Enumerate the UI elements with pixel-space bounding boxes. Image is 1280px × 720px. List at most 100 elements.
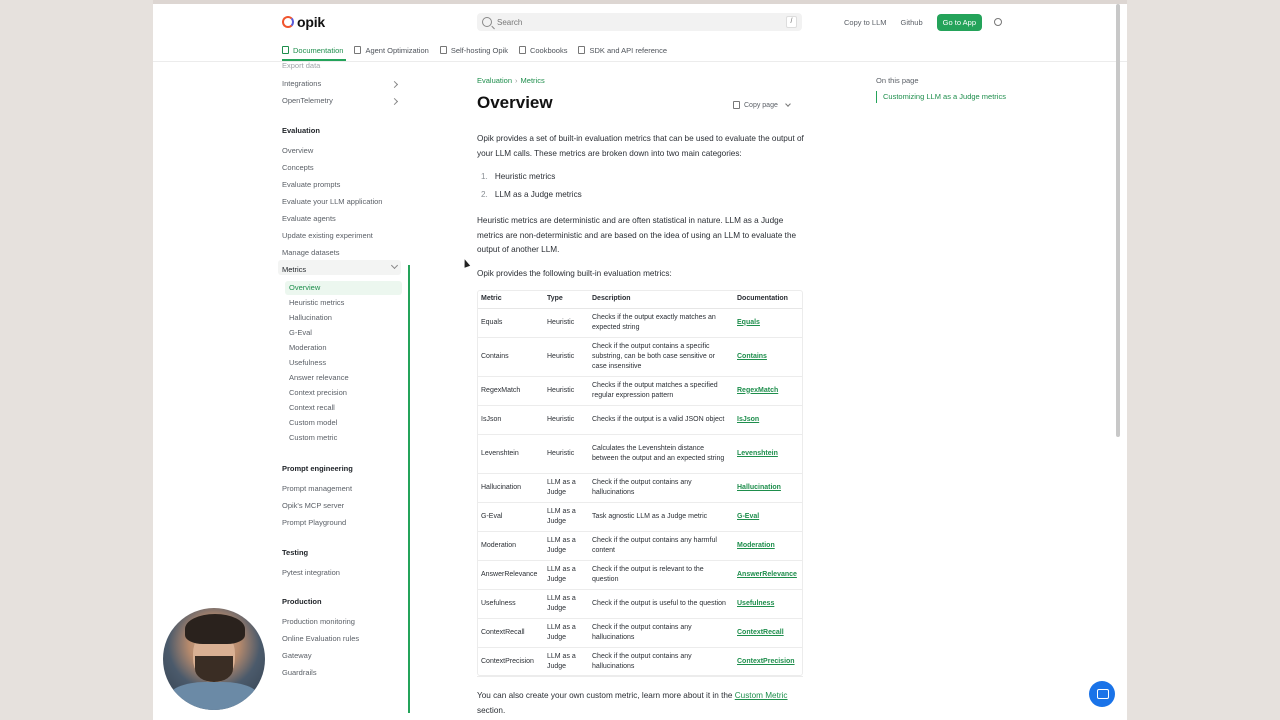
sidebar-item-prompt-playground[interactable]: Prompt Playground <box>282 517 346 529</box>
toc-title: On this page <box>876 76 919 85</box>
sidebar-sub-overview[interactable]: Overview <box>289 282 320 294</box>
cell-type: LLM as a Judge <box>543 560 588 590</box>
sidebar-item-guardrails[interactable]: Guardrails <box>282 667 317 679</box>
cell-type: LLM as a Judge <box>543 502 588 532</box>
sidebar-item-integrations[interactable]: Integrations <box>282 78 321 90</box>
sidebar: Export data Integrations OpenTelemetry E… <box>277 60 413 718</box>
sidebar-sub-usefulness[interactable]: Usefulness <box>289 357 326 369</box>
tab-cookbooks[interactable]: Cookbooks <box>518 45 568 55</box>
cell-metric: Moderation <box>477 531 543 561</box>
cell-metric: Equals <box>477 308 543 338</box>
search-input[interactable]: Search / <box>477 13 802 31</box>
sidebar-sub-custom-model[interactable]: Custom model <box>289 417 337 429</box>
cell-metric: Contains <box>477 337 543 377</box>
list-item: 2. LLM as a Judge metrics <box>481 190 582 199</box>
table-row: AnswerRelevance LLM as a Judge Check if th… <box>477 560 803 590</box>
breadcrumb-evaluation[interactable]: Evaluation <box>477 76 512 85</box>
browser-page: opik Search / Copy to LLM Github Go to A… <box>153 4 1127 720</box>
sidebar-item-online-eval-rules[interactable]: Online Evaluation rules <box>282 633 359 645</box>
theme-toggle-icon[interactable] <box>994 18 1002 26</box>
sidebar-sub-heuristic[interactable]: Heuristic metrics <box>289 297 344 309</box>
sidebar-sub-moderation[interactable]: Moderation <box>289 342 327 354</box>
logo[interactable]: opik <box>282 13 325 31</box>
search-shortcut: / <box>786 16 797 28</box>
sidebar-sub-custom-metric[interactable]: Custom metric <box>289 432 337 444</box>
sidebar-item-overview[interactable]: Overview <box>282 145 313 157</box>
col-header-metric: Metric <box>477 290 543 309</box>
list-item-text: Heuristic metrics <box>494 172 556 181</box>
sidebar-item-export-data[interactable]: Export data <box>282 60 320 72</box>
doc-link[interactable]: Levenshtein <box>733 434 803 474</box>
footer-paragraph: You can also create your own custom metr… <box>477 689 807 718</box>
cell-type: Heuristic <box>543 434 588 474</box>
breadcrumb-separator: › <box>515 76 518 85</box>
sidebar-item-prompt-management[interactable]: Prompt management <box>282 483 352 495</box>
chat-widget-button[interactable] <box>1089 681 1115 707</box>
sidebar-item-concepts[interactable]: Concepts <box>282 162 314 174</box>
sidebar-item-gateway[interactable]: Gateway <box>282 650 312 662</box>
doc-link[interactable]: ContextPrecision <box>733 647 803 677</box>
tab-documentation[interactable]: Documentation <box>282 46 343 55</box>
doc-link[interactable]: ContextRecall <box>733 618 803 648</box>
copy-to-llm-link[interactable]: Copy to LLM <box>844 18 887 27</box>
doc-link[interactable]: Equals <box>733 308 803 338</box>
sidebar-item-pytest[interactable]: Pytest integration <box>282 567 340 579</box>
sidebar-sub-geval[interactable]: G-Eval <box>289 327 312 339</box>
doc-link[interactable]: AnswerRelevance <box>733 560 803 590</box>
table-row: G-Eval LLM as a Judge Task agnostic LLM as… <box>477 502 803 532</box>
go-to-app-button[interactable]: Go to App <box>936 13 982 31</box>
sidebar-item-evaluate-agents[interactable]: Evaluate agents <box>282 213 336 225</box>
tab-agent-optimization[interactable]: Agent Optimization <box>354 46 429 55</box>
cell-description: Task agnostic LLM as a Judge metric <box>588 502 733 532</box>
sidebar-sub-context-recall[interactable]: Context recall <box>289 402 335 414</box>
cell-description: Check if the output contains a specific … <box>588 337 733 377</box>
doc-link[interactable]: Usefulness <box>733 589 803 619</box>
toc-item-customizing[interactable]: Customizing LLM as a Judge metrics <box>876 91 1006 103</box>
col-header-description: Description <box>588 290 733 309</box>
github-link[interactable]: Github <box>901 18 923 27</box>
tab-sdk-api[interactable]: SDK and API reference <box>578 46 667 55</box>
doc-link[interactable]: Hallucination <box>733 473 803 503</box>
table-row: RegexMatch Heuristic Checks if the output … <box>477 376 803 406</box>
col-header-type: Type <box>543 290 588 309</box>
list-item: 1. Heuristic metrics <box>481 172 556 181</box>
tab-label: Cookbooks <box>529 45 568 55</box>
sidebar-item-update-experiment[interactable]: Update existing experiment <box>282 230 373 242</box>
doc-link[interactable]: Contains <box>733 337 803 377</box>
scrollbar-thumb[interactable] <box>1116 4 1120 437</box>
cell-metric: IsJson <box>477 405 543 435</box>
sidebar-item-evaluate-prompts[interactable]: Evaluate prompts <box>282 179 340 191</box>
breadcrumb-metrics[interactable]: Metrics <box>521 76 545 85</box>
top-links: Copy to LLM Github Go to App <box>844 13 1002 31</box>
book-icon <box>282 46 289 54</box>
sidebar-sub-answer-relevance[interactable]: Answer relevance <box>289 372 349 384</box>
cell-description: Check if the output contains any halluci… <box>588 647 733 677</box>
tab-self-hosting[interactable]: Self-hosting Opik <box>439 45 508 55</box>
sidebar-item-production-monitoring[interactable]: Production monitoring <box>282 616 355 628</box>
doc-link[interactable]: G-Eval <box>733 502 803 532</box>
custom-metric-link[interactable]: Custom Metric <box>735 691 788 700</box>
doc-link[interactable]: RegexMatch <box>733 376 803 406</box>
chevron-down-icon[interactable] <box>785 101 791 107</box>
tab-label: Self-hosting Opik <box>450 45 508 55</box>
doc-link[interactable]: Moderation <box>733 531 803 561</box>
main-content: Evaluation › Metrics Overview Copy page Op… <box>477 62 807 718</box>
sidebar-item-metrics[interactable]: Metrics <box>282 264 306 276</box>
doc-link[interactable]: IsJson <box>733 405 803 435</box>
sidebar-sub-context-precision[interactable]: Context precision <box>289 387 347 399</box>
sidebar-item-mcp-server[interactable]: Opik's MCP server <box>282 500 344 512</box>
metrics-table: Metric Type Description Documentation Eq… <box>477 290 803 677</box>
tab-label: Documentation <box>293 45 344 55</box>
sidebar-sub-hallucination[interactable]: Hallucination <box>289 312 332 324</box>
sidebar-item-evaluate-llm-app[interactable]: Evaluate your LLM application <box>282 196 382 208</box>
cell-metric: Hallucination <box>477 473 543 503</box>
sidebar-item-manage-datasets[interactable]: Manage datasets <box>282 247 340 259</box>
webcam-hair <box>185 614 245 644</box>
chevron-right-icon <box>390 80 399 89</box>
sidebar-item-opentelemetry[interactable]: OpenTelemetry <box>282 95 333 107</box>
table-row: Contains Heuristic Check if the output con… <box>477 337 803 377</box>
webcam-overlay <box>163 608 265 710</box>
copy-page-button[interactable]: Copy page <box>733 98 791 112</box>
cell-description: Calculates the Levenshtein distance betw… <box>588 434 733 474</box>
server-icon <box>439 46 447 54</box>
